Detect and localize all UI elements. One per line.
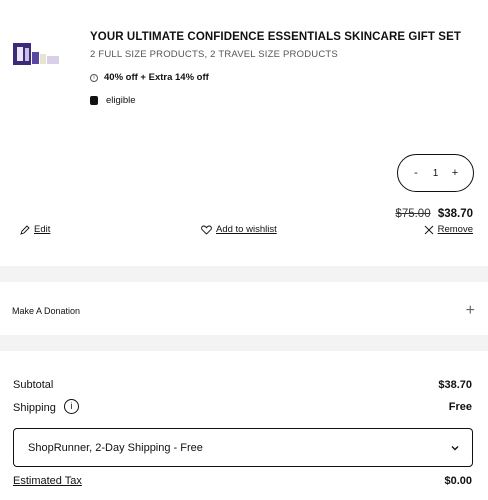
product-subtitle: 2 FULL SIZE PRODUCTS, 2 TRAVEL SIZE PROD…	[90, 49, 338, 60]
product-title[interactable]: YOUR ULTIMATE CONFIDENCE ESSENTIALS SKIN…	[90, 31, 461, 43]
shipping-option: ShopRunner, 2-Day Shipping - Free	[28, 441, 203, 454]
tax-row: Estimated Tax $0.00	[13, 475, 472, 487]
tax-label[interactable]: Estimated Tax	[13, 475, 82, 487]
section-divider	[0, 266, 488, 282]
quantity-stepper: - 1 +	[397, 154, 474, 192]
shipping-value: Free	[448, 401, 472, 413]
order-summary: Subtotal $38.70 Shipping i Free ShopRunn…	[0, 351, 488, 500]
donation-section[interactable]: Make A Donation +	[0, 282, 488, 335]
close-icon	[424, 225, 433, 234]
expand-icon[interactable]: +	[466, 302, 475, 320]
price-block: $75.00 $38.70	[395, 208, 473, 220]
sale-price: $38.70	[437, 208, 473, 220]
quantity-value: 1	[432, 167, 439, 179]
wishlist-label[interactable]: Add to wishlist	[216, 224, 277, 235]
section-divider	[0, 335, 488, 351]
cart-item: YOUR ULTIMATE CONFIDENCE ESSENTIALS SKIN…	[0, 0, 488, 266]
shoprunner-eligible: eligible	[90, 95, 136, 106]
eligible-text: eligible	[106, 95, 136, 106]
tax-value: $0.00	[444, 475, 472, 487]
wishlist-button[interactable]: Add to wishlist	[201, 224, 277, 235]
shipping-method-select[interactable]: ShopRunner, 2-Day Shipping - Free	[13, 428, 473, 467]
decrement-button[interactable]: -	[410, 167, 422, 179]
edit-label[interactable]: Edit	[34, 224, 50, 235]
subtotal-label: Subtotal	[13, 379, 54, 391]
shipping-label: Shipping	[13, 401, 56, 414]
info-icon[interactable]: i	[63, 399, 79, 414]
info-icon: i	[90, 73, 98, 82]
shipping-row: Shipping i Free	[13, 399, 472, 414]
original-price: $75.00	[395, 208, 431, 220]
chevron-down-icon	[451, 445, 459, 450]
donation-label: Make A Donation	[12, 306, 81, 316]
increment-button[interactable]: +	[449, 167, 461, 179]
subtotal-value: $38.70	[438, 379, 472, 391]
product-thumbnail[interactable]	[11, 40, 61, 68]
heart-icon	[201, 225, 212, 235]
edit-button[interactable]: Edit	[20, 224, 50, 235]
promo-line: i 40% off + Extra 14% off	[90, 72, 209, 83]
subtotal-row: Subtotal $38.70	[13, 379, 472, 391]
remove-label[interactable]: Remove	[438, 224, 473, 235]
item-actions: Edit Add to wishlist Remove	[0, 224, 488, 238]
pencil-icon	[20, 224, 30, 235]
shoprunner-icon	[90, 96, 98, 105]
remove-button[interactable]: Remove	[424, 224, 473, 235]
promo-text: 40% off + Extra 14% off	[104, 72, 209, 83]
